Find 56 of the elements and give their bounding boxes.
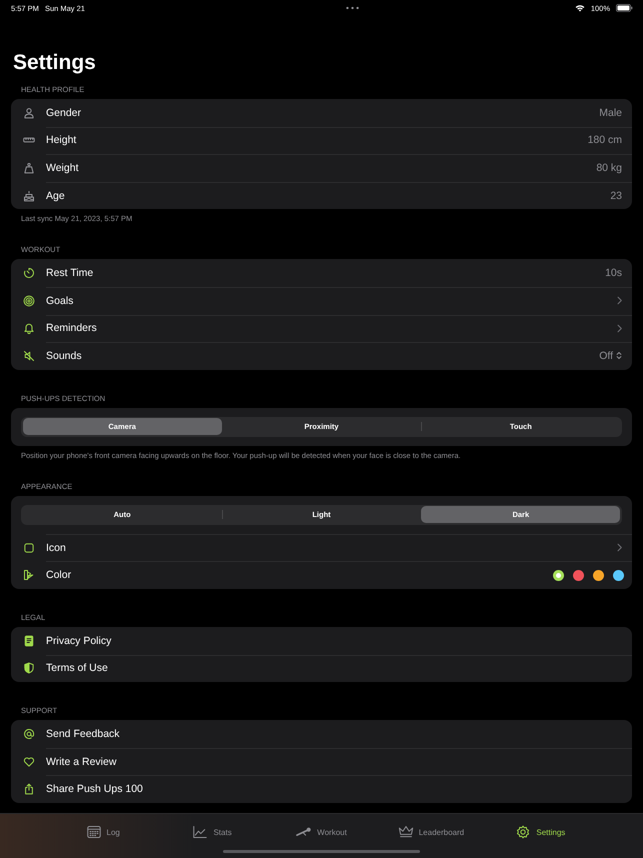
row-label[interactable]: Height (46, 134, 76, 146)
weight-icon (23, 162, 35, 174)
cake-icon (23, 190, 35, 202)
gear-icon (515, 825, 532, 839)
person-icon (23, 106, 35, 119)
chevron-right-icon[interactable] (617, 296, 622, 306)
row-label[interactable]: Write a Review (46, 756, 116, 768)
row-label[interactable]: Age (46, 190, 65, 202)
row-label[interactable]: Terms of Use (46, 662, 108, 674)
at-icon (23, 728, 35, 740)
target-icon (23, 294, 35, 307)
color-swatch[interactable] (573, 570, 584, 581)
up-down-chevron-icon[interactable] (616, 351, 622, 360)
row-label[interactable]: Goals (46, 294, 74, 307)
tab-item[interactable]: Stats (157, 814, 267, 850)
share-icon (23, 783, 35, 796)
row-value: 23 (610, 190, 622, 202)
battery-icon (616, 4, 633, 12)
chevron-right-icon[interactable] (617, 324, 622, 333)
mute-icon (23, 350, 35, 362)
row-label[interactable]: Reminders (46, 322, 97, 334)
tab-item[interactable]: Workout (266, 814, 376, 850)
shield-icon (23, 662, 35, 674)
row-label[interactable]: Color (46, 569, 72, 582)
doc-icon (23, 634, 35, 647)
row-label[interactable]: Icon (46, 542, 66, 554)
row-value: Male (599, 106, 622, 119)
tab-item[interactable]: Leaderboard (376, 814, 486, 850)
square-icon (23, 542, 35, 554)
chart-icon (192, 825, 208, 839)
tab-item[interactable]: Settings (486, 814, 596, 850)
row-label[interactable]: Gender (46, 106, 82, 119)
color-swatch[interactable] (593, 570, 604, 581)
row-value: 180 cm (588, 134, 622, 146)
row-label[interactable]: Privacy Policy (46, 634, 112, 647)
color-swatch[interactable] (613, 570, 624, 581)
color-swatch[interactable] (553, 570, 564, 581)
row-label[interactable]: Sounds (46, 350, 82, 362)
row-value: 80 kg (596, 162, 622, 174)
bell-icon (23, 322, 35, 334)
row-value: 10s (605, 267, 622, 280)
row-value: Off (599, 350, 613, 362)
palette-icon (23, 569, 35, 582)
heart-icon (23, 756, 35, 768)
calendar-icon (86, 825, 102, 839)
wifi-icon (574, 4, 585, 12)
timer-icon (23, 267, 35, 280)
crown-icon (398, 825, 414, 839)
row-label[interactable]: Share Push Ups 100 (46, 783, 143, 796)
page-title: Settings (13, 51, 97, 75)
row-label[interactable]: Weight (46, 162, 78, 174)
tab-item[interactable]: Log (48, 814, 158, 850)
row-label[interactable]: Send Feedback (46, 728, 120, 740)
row-label[interactable]: Rest Time (46, 267, 94, 280)
more-icon[interactable] (346, 6, 359, 10)
chevron-right-icon[interactable] (617, 543, 622, 552)
